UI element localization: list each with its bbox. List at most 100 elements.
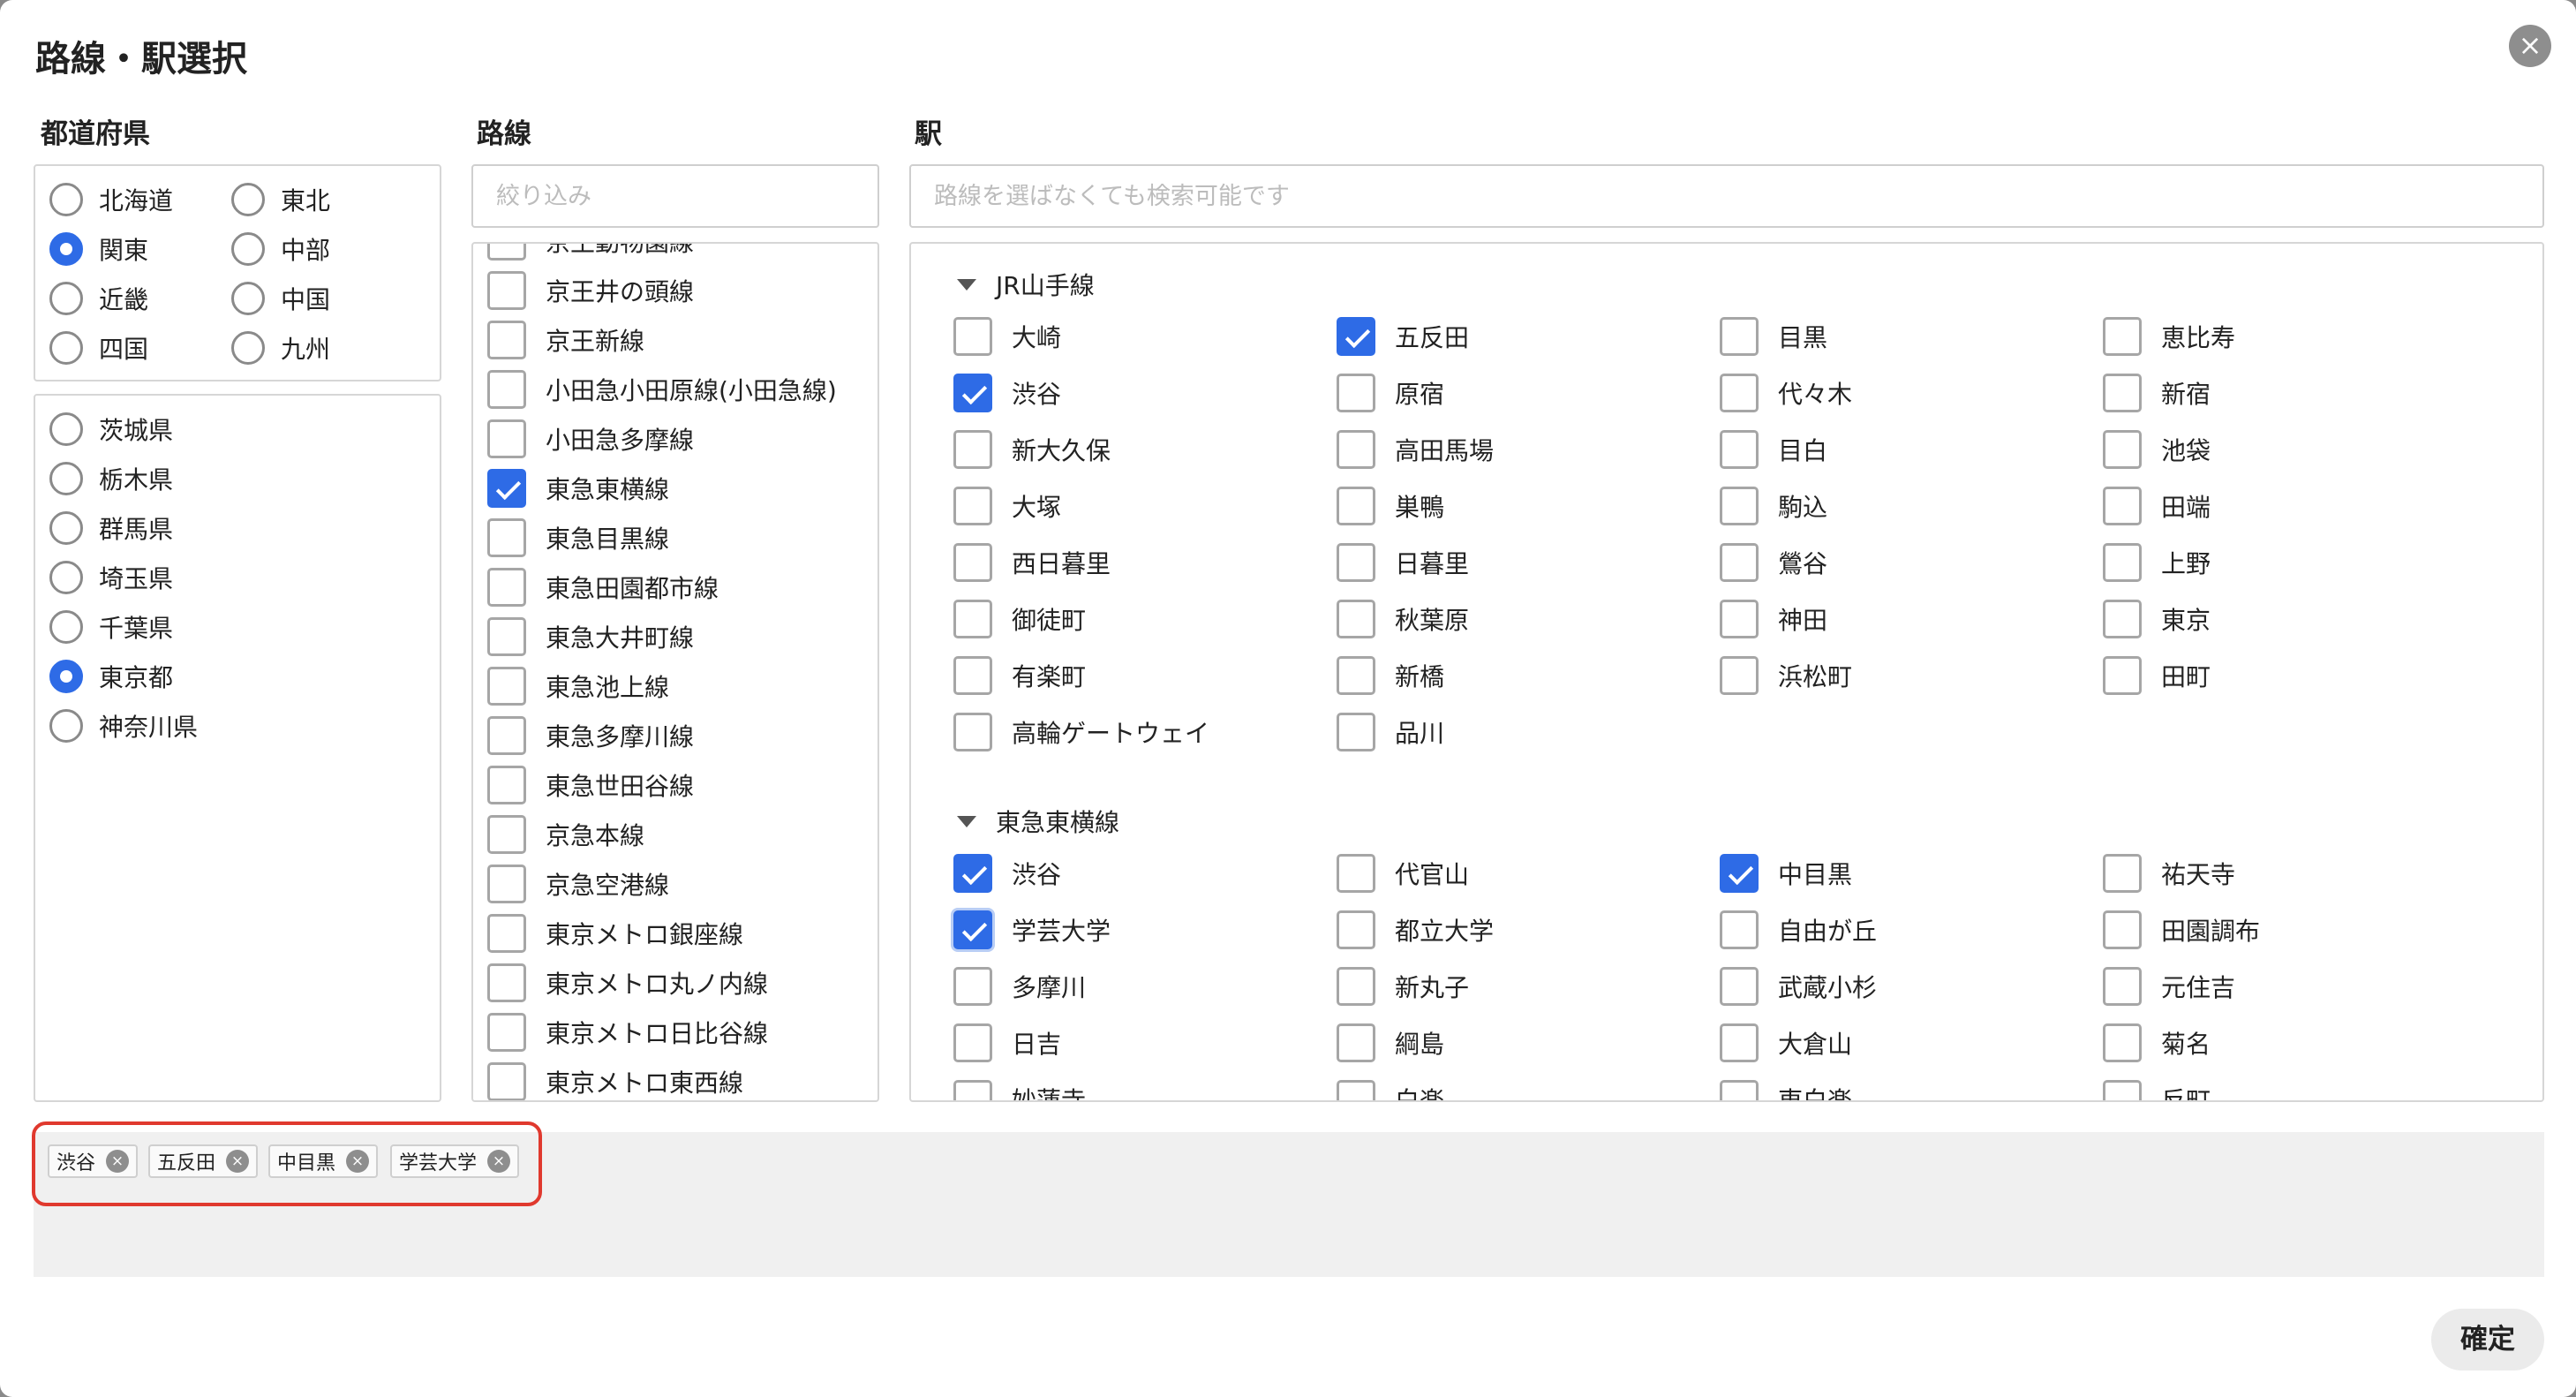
checkbox-option[interactable]: 多摩川	[953, 966, 1086, 1007]
checkbox-option[interactable]: 京急空港線	[487, 864, 669, 904]
checkbox[interactable]	[2103, 600, 2142, 638]
checkbox-option[interactable]: 東京	[2103, 599, 2211, 639]
radio-button[interactable]	[49, 331, 83, 365]
checkbox[interactable]	[953, 374, 992, 412]
checkbox-option[interactable]: 恵比寿	[2103, 316, 2235, 357]
checkbox-option[interactable]: 小田急多摩線	[487, 419, 694, 459]
checkbox[interactable]	[1337, 543, 1375, 582]
checkbox[interactable]	[1720, 317, 1759, 356]
checkbox-option[interactable]: 品川	[1337, 712, 1444, 752]
checkbox-option[interactable]: 渋谷	[953, 373, 1061, 413]
checkbox[interactable]	[2103, 430, 2142, 469]
checkbox[interactable]	[1337, 487, 1375, 525]
radio-button[interactable]	[231, 232, 265, 266]
radio-button[interactable]	[231, 183, 265, 216]
checkbox-option[interactable]: 田町	[2103, 655, 2211, 696]
checkbox[interactable]	[1720, 374, 1759, 412]
radio-option[interactable]: 四国	[49, 330, 148, 366]
radio-option[interactable]: 北海道	[49, 182, 173, 217]
remove-chip-icon[interactable]: ×	[226, 1150, 250, 1173]
checkbox[interactable]	[487, 617, 526, 656]
checkbox-option[interactable]: 妙蓮寺	[953, 1079, 1086, 1100]
checkbox[interactable]	[2103, 1080, 2142, 1100]
checkbox-option[interactable]: 東京メトロ日比谷線	[487, 1012, 768, 1053]
checkbox-option[interactable]: 東急田園都市線	[487, 567, 719, 608]
checkbox-option[interactable]: 駒込	[1720, 486, 1827, 526]
checkbox-option[interactable]: 小田急小田原線(小田急線)	[487, 369, 837, 410]
radio-option[interactable]: 関東	[49, 231, 148, 267]
checkbox[interactable]	[2103, 656, 2142, 695]
checkbox[interactable]	[1720, 487, 1759, 525]
checkbox[interactable]	[953, 600, 992, 638]
radio-button[interactable]	[231, 331, 265, 365]
station-search-input[interactable]	[909, 164, 2544, 228]
radio-button[interactable]	[49, 511, 83, 545]
checkbox-option[interactable]: 東急東横線	[487, 468, 669, 509]
checkbox[interactable]	[1720, 967, 1759, 1006]
checkbox-option[interactable]: 巣鴨	[1337, 486, 1444, 526]
checkbox-option[interactable]: 渋谷	[953, 853, 1061, 894]
checkbox-option[interactable]: 目黒	[1720, 316, 1827, 357]
checkbox-option[interactable]: 京王新線	[487, 320, 644, 360]
checkbox-option[interactable]: 大倉山	[1720, 1023, 1852, 1063]
checkbox[interactable]	[487, 271, 526, 310]
checkbox[interactable]	[2103, 487, 2142, 525]
radio-button[interactable]	[49, 183, 83, 216]
radio-option[interactable]: 近畿	[49, 281, 148, 316]
checkbox[interactable]	[1337, 713, 1375, 751]
checkbox[interactable]	[1720, 656, 1759, 695]
confirm-button[interactable]: 確定	[2431, 1309, 2544, 1371]
checkbox[interactable]	[487, 667, 526, 706]
checkbox-option[interactable]: 学芸大学	[953, 910, 1111, 950]
checkbox-option[interactable]: 東急世田谷線	[487, 765, 694, 805]
checkbox-option[interactable]: 菊名	[2103, 1023, 2211, 1063]
checkbox[interactable]	[1337, 656, 1375, 695]
checkbox[interactable]	[1720, 1023, 1759, 1062]
checkbox-option[interactable]: 原宿	[1337, 373, 1444, 413]
checkbox-option[interactable]: 代官山	[1337, 853, 1469, 894]
radio-button[interactable]	[49, 232, 83, 266]
radio-button[interactable]	[49, 709, 83, 743]
checkbox[interactable]	[1720, 910, 1759, 949]
checkbox[interactable]	[487, 321, 526, 359]
checkbox-option[interactable]: 御徒町	[953, 599, 1086, 639]
radio-option[interactable]: 栃木県	[49, 461, 173, 496]
station-group-header[interactable]: 東急東横線	[957, 804, 1119, 839]
remove-chip-icon[interactable]: ×	[346, 1150, 370, 1173]
checkbox-option[interactable]: 新大久保	[953, 429, 1111, 470]
checkbox[interactable]	[953, 854, 992, 893]
radio-option[interactable]: 九州	[231, 330, 330, 366]
checkbox[interactable]	[487, 568, 526, 607]
radio-option[interactable]: 茨城県	[49, 412, 173, 447]
checkbox-option[interactable]: 新宿	[2103, 373, 2211, 413]
caret-down-icon[interactable]	[957, 815, 976, 827]
checkbox[interactable]	[2103, 910, 2142, 949]
checkbox[interactable]	[2103, 854, 2142, 893]
checkbox[interactable]	[487, 370, 526, 409]
checkbox-option[interactable]: 上野	[2103, 542, 2211, 583]
close-icon[interactable]: ×	[2509, 25, 2551, 67]
checkbox-option[interactable]: 高輪ゲートウェイ	[953, 712, 1209, 752]
radio-button[interactable]	[49, 412, 83, 446]
radio-button[interactable]	[49, 462, 83, 495]
checkbox-option[interactable]: 池袋	[2103, 429, 2211, 470]
checkbox-option[interactable]: 東京メトロ丸ノ内線	[487, 963, 768, 1003]
line-list-panel[interactable]: 京王動物園線 京王井の頭線 京王新線 小田急小田原線(小田急線) 小田急多摩線 東急東横線…	[471, 242, 879, 1102]
checkbox-option[interactable]: 京急本線	[487, 814, 644, 855]
line-filter-input[interactable]	[471, 164, 879, 228]
checkbox-option[interactable]: 都立大学	[1337, 910, 1494, 950]
checkbox[interactable]	[487, 518, 526, 557]
checkbox-option[interactable]: 東急目黒線	[487, 517, 669, 558]
radio-button[interactable]	[49, 660, 83, 693]
radio-option[interactable]: 埼玉県	[49, 560, 173, 595]
checkbox-option[interactable]: 新丸子	[1337, 966, 1469, 1007]
checkbox-option[interactable]: 秋葉原	[1337, 599, 1469, 639]
checkbox-option[interactable]: 綱島	[1337, 1023, 1444, 1063]
checkbox-option[interactable]: 自由が丘	[1720, 910, 1877, 950]
checkbox[interactable]	[2103, 317, 2142, 356]
checkbox-option[interactable]: 神田	[1720, 599, 1827, 639]
radio-option[interactable]: 東北	[231, 182, 330, 217]
radio-button[interactable]	[231, 282, 265, 315]
checkbox-option[interactable]: 京王動物園線	[487, 244, 694, 261]
checkbox-option[interactable]: 大塚	[953, 486, 1061, 526]
